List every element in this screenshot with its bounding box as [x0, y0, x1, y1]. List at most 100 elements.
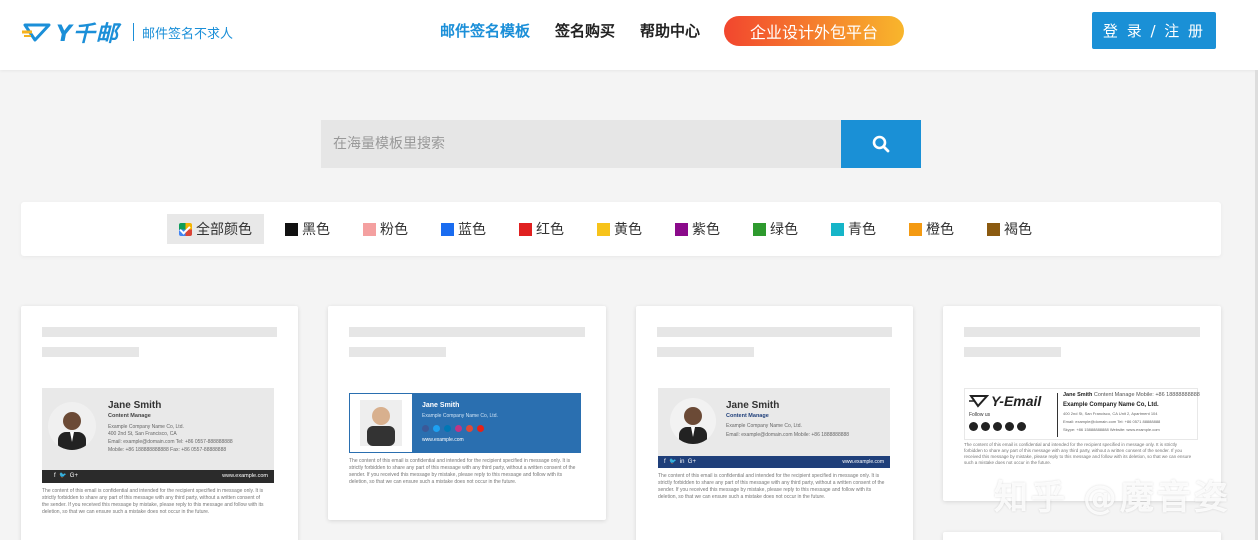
card-email: Email: example@domain.com Tel: +86 0571 … [1063, 419, 1161, 424]
logo-separator [132, 23, 134, 41]
signature-preview: Jane Smith Example Company Name Co, Ltd.… [349, 393, 581, 453]
card-mobile: Mobile: +86 188888888888 Fax: +86 0557-8… [108, 447, 227, 453]
card-phone: Email: example@domain.com Tel: +86 0557-… [108, 439, 233, 445]
card-url: www.example.com [422, 437, 464, 443]
color-filter-label: 粉色 [380, 222, 408, 238]
color-filter-1[interactable]: 黑色 [273, 214, 342, 244]
brand-mark-icon [969, 395, 989, 408]
signature-preview: Y-Email Follow us Jane Smith Content Man… [964, 388, 1200, 440]
login-register-button[interactable]: 登 录 / 注 册 [1092, 12, 1216, 49]
template-card-3[interactable]: Jane Smith Content Manage Example Compan… [636, 306, 913, 540]
avatar [670, 398, 716, 444]
color-filter-6[interactable]: 紫色 [663, 214, 732, 244]
color-filter-label: 褐色 [1004, 222, 1032, 238]
nav-item-purchase[interactable]: 签名购买 [555, 20, 615, 41]
nav-item-help[interactable]: 帮助中心 [640, 20, 700, 41]
logo-text: Y千邮 [56, 22, 119, 47]
logo-mark-icon [22, 21, 52, 43]
color-filter-label: 黄色 [614, 222, 642, 238]
color-filter-label: 黑色 [302, 222, 330, 238]
card-address: 400 2nd St, San Francisco, CA [108, 431, 177, 437]
color-swatch-icon [831, 222, 844, 236]
search-bar [321, 120, 921, 168]
color-filter-label: 紫色 [692, 222, 720, 238]
card-title: Content Manage [726, 413, 769, 419]
card-company: Example Company Name Co, Ltd. [726, 423, 802, 429]
card-footer-bar: f 🐦 G+ www.example.com [42, 470, 274, 483]
card-url: www.example.com [842, 459, 884, 465]
skeleton-line [657, 327, 892, 337]
color-filter-4[interactable]: 红色 [507, 214, 576, 244]
color-filter-label: 红色 [536, 222, 564, 238]
card-disclaimer: The content of this email is confidentia… [964, 442, 1192, 465]
nav-item-templates[interactable]: 邮件签名模板 [440, 20, 530, 41]
color-swatch-icon [987, 222, 1000, 236]
color-swatch-icon [675, 222, 688, 236]
color-filter-label: 绿色 [770, 222, 798, 238]
card-name: Jane Smith [726, 400, 780, 411]
color-filter-0[interactable]: 全部颜色 [167, 214, 264, 244]
signature-preview: Jane Smith Content Manage Example Compan… [42, 388, 274, 483]
social-icons: f 🐦 G+ [54, 473, 78, 479]
color-filter-label: 橙色 [926, 222, 954, 238]
avatar [350, 394, 412, 452]
card-name: Jane Smith [422, 402, 460, 409]
color-filter-2[interactable]: 粉色 [351, 214, 420, 244]
card-name: Jane Smith [1063, 392, 1093, 398]
card-company: Example Company Name Co, Ltd. [1063, 402, 1159, 408]
skeleton-line [42, 347, 139, 357]
color-swatch-icon [909, 222, 922, 236]
logo-slogan: 邮件签名不求人 [141, 26, 233, 42]
card-name-line: Jane Smith Content Manage Mobile: +86 18… [1063, 392, 1200, 398]
color-filter-label: 青色 [848, 222, 876, 238]
color-swatch-icon [441, 222, 454, 236]
skeleton-line [964, 327, 1200, 337]
card-title: Content Manage [108, 413, 151, 419]
card-company: Example Company Name Co, Ltd. [422, 413, 498, 419]
color-filter-list: 全部颜色 黑色 粉色 蓝色 红色 黄色 紫色 绿色 青色 橙色 褐色 [167, 214, 1053, 244]
color-filter-9[interactable]: 橙色 [897, 214, 966, 244]
card-disclaimer: The content of this email is confidentia… [349, 458, 576, 485]
template-card-2[interactable]: Jane Smith Example Company Name Co, Ltd.… [328, 306, 606, 520]
card-url: www.example.com [222, 473, 268, 479]
card-brand: Y-Email [991, 393, 1042, 409]
top-header: Y千邮 邮件签名不求人 邮件签名模板 签名购买 帮助中心 企业设计外包平台 登 … [0, 0, 1258, 70]
color-swatch-icon [519, 222, 532, 236]
template-card-5[interactable] [943, 532, 1221, 540]
skeleton-line [349, 347, 446, 357]
social-icons [969, 422, 1026, 431]
logo[interactable]: Y千邮 邮件签名不求人 [22, 16, 233, 48]
checkbox-icon [179, 222, 192, 236]
card-name: Jane Smith [108, 400, 162, 411]
card-disclaimer: The content of this email is confidentia… [42, 488, 264, 515]
color-filter-5[interactable]: 黄色 [585, 214, 654, 244]
card-title: Content Manage Mobile: +86 18888888888 [1093, 392, 1200, 398]
color-filter-3[interactable]: 蓝色 [429, 214, 498, 244]
card-divider [1057, 393, 1058, 437]
watermark: 知乎 @魔音姿 [994, 478, 1231, 518]
social-icons: f 🐦 in G+ [664, 459, 696, 465]
skeleton-line [964, 347, 1061, 357]
card-blue-panel: Jane Smith Example Company Name Co, Ltd.… [412, 394, 580, 452]
search-input[interactable] [321, 120, 841, 168]
card-disclaimer: The content of this email is confidentia… [658, 473, 885, 500]
skeleton-line [657, 347, 754, 357]
card-address: 400 2nd St, San Francisco, CA Unit 2, Ap… [1063, 411, 1158, 416]
signature-preview: Jane Smith Content Manage Example Compan… [658, 388, 890, 468]
color-filter-7[interactable]: 绿色 [741, 214, 810, 244]
color-swatch-icon [285, 222, 298, 236]
color-swatch-icon [597, 222, 610, 236]
color-filter-10[interactable]: 褐色 [975, 214, 1044, 244]
color-filter-label: 全部颜色 [196, 222, 252, 238]
card-skype: Skype: +86 15888888888 Website: www.exam… [1063, 427, 1160, 432]
card-contact: Email: example@domain.com Mobile: +86 18… [726, 432, 850, 438]
social-icons [422, 425, 484, 432]
search-icon [872, 135, 890, 153]
search-button[interactable] [841, 120, 921, 168]
template-card-1[interactable]: Jane Smith Content Manage Example Compan… [21, 306, 298, 540]
color-swatch-icon [753, 222, 766, 236]
promo-button[interactable]: 企业设计外包平台 [724, 16, 904, 46]
color-swatch-icon [363, 222, 376, 236]
color-filter-8[interactable]: 青色 [819, 214, 888, 244]
card-brand-logo: Y-Email [969, 393, 1041, 409]
